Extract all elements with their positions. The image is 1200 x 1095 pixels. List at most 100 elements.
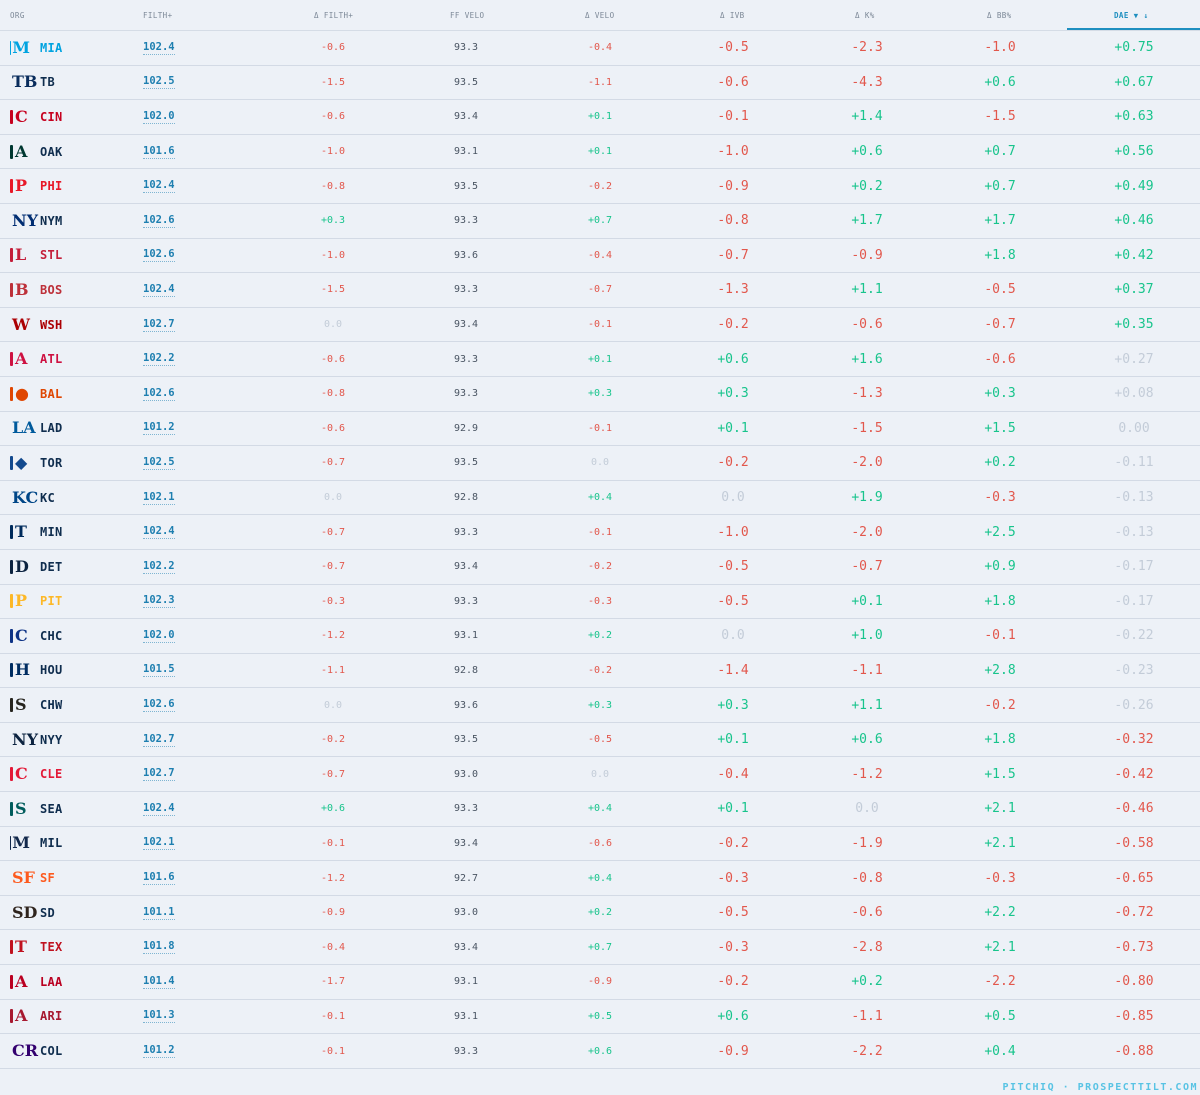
- org-cell[interactable]: NY NYY: [10, 723, 130, 757]
- org-cell[interactable]: SD SD: [10, 896, 130, 930]
- table-row[interactable]: C CHC 102.0 -1.2 93.1 +0.2 0.0 +1.0 -0.1 -0.22: [0, 619, 1200, 654]
- header-filth[interactable]: FILTH+: [143, 11, 173, 20]
- table-row[interactable]: W WSH 102.7 0.0 93.4 -0.1 -0.2 -0.6 -0.7 +0.35: [0, 308, 1200, 343]
- delta-bb-value: -0.3: [984, 870, 1016, 886]
- table-row[interactable]: M MIL 102.1 -0.1 93.4 -0.6 -0.2 -1.9 +2.1 -0.58: [0, 827, 1200, 862]
- org-cell[interactable]: NY NYM: [10, 204, 130, 238]
- delta-velo-value: +0.1: [587, 146, 613, 158]
- table-row[interactable]: ● BAL 102.6 -0.8 93.3 +0.3 +0.3 -1.3 +0.3 +0.08: [0, 377, 1200, 412]
- org-cell[interactable]: H HOU: [10, 654, 130, 688]
- delta-k-value: -1.1: [851, 1008, 883, 1024]
- table-row[interactable]: A LAA 101.4 -1.7 93.1 -0.9 -0.2 +0.2 -2.2 -0.80: [0, 965, 1200, 1000]
- table-row[interactable]: L STL 102.6 -1.0 93.6 -0.4 -0.7 -0.9 +1.8 +0.42: [0, 239, 1200, 274]
- org-cell[interactable]: P PHI: [10, 169, 130, 203]
- table-row[interactable]: ◆ TOR 102.5 -0.7 93.5 0.0 -0.2 -2.0 +0.2 -0.11: [0, 446, 1200, 481]
- table-row[interactable]: TB TB 102.5 -1.5 93.5 -1.1 -0.6 -4.3 +0.6 +0.67: [0, 66, 1200, 101]
- delta-bb-value: -0.7: [984, 317, 1016, 333]
- team-logo: LA: [10, 417, 36, 439]
- table-row[interactable]: P PIT 102.3 -0.3 93.3 -0.3 -0.5 +0.1 +1.8 -0.17: [0, 585, 1200, 620]
- table-row[interactable]: SD SD 101.1 -0.9 93.0 +0.2 -0.5 -0.6 +2.2 -0.72: [0, 896, 1200, 931]
- table-row[interactable]: NY NYY 102.7 -0.2 93.5 -0.5 +0.1 +0.6 +1.8 -0.32: [0, 723, 1200, 758]
- dae-value: +0.27: [1114, 351, 1154, 367]
- team-logo: L: [10, 244, 30, 266]
- org-cell[interactable]: A ATL: [10, 342, 130, 376]
- table-row[interactable]: S SEA 102.4 +0.6 93.3 +0.4 +0.1 0.0 +2.1 -0.46: [0, 792, 1200, 827]
- phillies-logo-icon: P: [15, 176, 28, 196]
- header-ff-velo[interactable]: FF VELO: [450, 11, 484, 20]
- header-delta-bb[interactable]: Δ BB%: [987, 11, 1012, 20]
- org-cell[interactable]: T MIN: [10, 515, 130, 549]
- team-color-bar-icon: [10, 179, 13, 194]
- org-cell[interactable]: KC KC: [10, 481, 130, 515]
- team-logo: A: [10, 348, 30, 370]
- dae-value: -0.13: [1114, 524, 1154, 540]
- org-cell[interactable]: SF SF: [10, 861, 130, 895]
- table-row[interactable]: SF SF 101.6 -1.2 92.7 +0.4 -0.3 -0.8 -0.3 -0.65: [0, 861, 1200, 896]
- org-cell[interactable]: TB TB: [10, 66, 130, 100]
- org-cell[interactable]: A OAK: [10, 135, 130, 169]
- table-row[interactable]: A ATL 102.2 -0.6 93.3 +0.1 +0.6 +1.6 -0.6 +0.27: [0, 342, 1200, 377]
- filth-value: 101.8: [143, 940, 175, 955]
- filth-value: 102.4: [143, 179, 175, 194]
- org-cell[interactable]: A ARI: [10, 1000, 130, 1034]
- org-cell[interactable]: W WSH: [10, 308, 130, 342]
- org-cell[interactable]: S CHW: [10, 688, 130, 722]
- delta-bb-value: -0.2: [984, 697, 1016, 713]
- header-org[interactable]: ORG: [10, 11, 25, 20]
- org-cell[interactable]: T TEX: [10, 930, 130, 964]
- header-delta-ivb[interactable]: Δ IVB: [720, 11, 745, 20]
- org-cell[interactable]: ● BAL: [10, 377, 130, 411]
- org-cell[interactable]: D DET: [10, 550, 130, 584]
- ff-velo-value: 93.3: [453, 42, 479, 54]
- org-cell[interactable]: C CLE: [10, 757, 130, 791]
- org-cell[interactable]: ◆ TOR: [10, 446, 130, 480]
- table-row[interactable]: C CIN 102.0 -0.6 93.4 +0.1 -0.1 +1.4 -1.5 +0.63: [0, 100, 1200, 135]
- delta-k-value: +0.2: [851, 178, 883, 194]
- dae-value: -0.17: [1114, 559, 1154, 575]
- delta-k-value: +0.6: [851, 732, 883, 748]
- table-row[interactable]: T TEX 101.8 -0.4 93.4 +0.7 -0.3 -2.8 +2.1 -0.73: [0, 930, 1200, 966]
- header-delta-k[interactable]: Δ K%: [855, 11, 875, 20]
- dae-value: +0.63: [1114, 109, 1154, 125]
- ff-velo-value: 92.7: [453, 872, 479, 884]
- org-cell[interactable]: C CHC: [10, 619, 130, 653]
- header-delta-filth[interactable]: Δ FILTH+: [314, 11, 353, 20]
- table-row[interactable]: C CLE 102.7 -0.7 93.0 0.0 -0.4 -1.2 +1.5 -0.42: [0, 757, 1200, 793]
- table-row[interactable]: D DET 102.2 -0.7 93.4 -0.2 -0.5 -0.7 +0.9 -0.17: [0, 550, 1200, 585]
- delta-velo-value: -0.4: [587, 249, 613, 261]
- table-row[interactable]: LA LAD 101.2 -0.6 92.9 -0.1 +0.1 -1.5 +1.5 0.00: [0, 412, 1200, 447]
- ff-velo-value: 93.5: [453, 76, 479, 88]
- org-cell[interactable]: M MIA: [10, 31, 130, 65]
- table-row[interactable]: A OAK 101.6 -1.0 93.1 +0.1 -1.0 +0.6 +0.7 +0.56: [0, 135, 1200, 170]
- header-dae-sorted[interactable]: DAE ▼ ↓: [1114, 11, 1148, 20]
- table-row[interactable]: S CHW 102.6 0.0 93.6 +0.3 +0.3 +1.1 -0.2 -0.26: [0, 688, 1200, 723]
- filth-value: 102.0: [143, 628, 175, 643]
- table-row[interactable]: KC KC 102.1 0.0 92.8 +0.4 0.0 +1.9 -0.3 -0.13: [0, 481, 1200, 516]
- delta-k-value: -1.3: [851, 386, 883, 402]
- delta-ivb-value: -0.2: [717, 835, 749, 851]
- dae-value: +0.56: [1114, 144, 1154, 160]
- org-cell[interactable]: B BOS: [10, 273, 130, 307]
- table-row[interactable]: NY NYM 102.6 +0.3 93.3 +0.7 -0.8 +1.7 +1.7 +0.46: [0, 204, 1200, 239]
- table-row[interactable]: B BOS 102.4 -1.5 93.3 -0.7 -1.3 +1.1 -0.5 +0.37: [0, 273, 1200, 308]
- filth-value: 102.2: [143, 352, 175, 367]
- org-cell[interactable]: C CIN: [10, 100, 130, 134]
- table-row[interactable]: H HOU 101.5 -1.1 92.8 -0.2 -1.4 -1.1 +2.8 -0.23: [0, 654, 1200, 689]
- delta-velo-value: +0.6: [587, 1045, 613, 1057]
- org-cell[interactable]: LA LAD: [10, 412, 130, 446]
- table-row[interactable]: CR COL 101.2 -0.1 93.3 +0.6 -0.9 -2.2 +0.4 -0.88: [0, 1034, 1200, 1069]
- header-delta-velo[interactable]: Δ VELO: [585, 11, 615, 20]
- table-row[interactable]: P PHI 102.4 -0.8 93.5 -0.2 -0.9 +0.2 +0.7 +0.49: [0, 169, 1200, 204]
- org-cell[interactable]: A LAA: [10, 965, 130, 999]
- org-cell[interactable]: S SEA: [10, 792, 130, 826]
- table-row[interactable]: M MIA 102.4 -0.6 93.3 -0.4 -0.5 -2.3 -1.0 +0.75: [0, 31, 1200, 66]
- org-cell[interactable]: CR COL: [10, 1034, 130, 1068]
- org-cell[interactable]: L STL: [10, 239, 130, 273]
- table-row[interactable]: T MIN 102.4 -0.7 93.3 -0.1 -1.0 -2.0 +2.5 -0.13: [0, 515, 1200, 550]
- org-cell[interactable]: M MIL: [10, 827, 130, 861]
- org-cell[interactable]: P PIT: [10, 585, 130, 619]
- delta-velo-value: +0.2: [587, 630, 613, 642]
- delta-ivb-value: -1.0: [717, 144, 749, 160]
- table-row[interactable]: A ARI 101.3 -0.1 93.1 +0.5 +0.6 -1.1 +0.5 -0.85: [0, 1000, 1200, 1035]
- delta-k-value: +1.6: [851, 351, 883, 367]
